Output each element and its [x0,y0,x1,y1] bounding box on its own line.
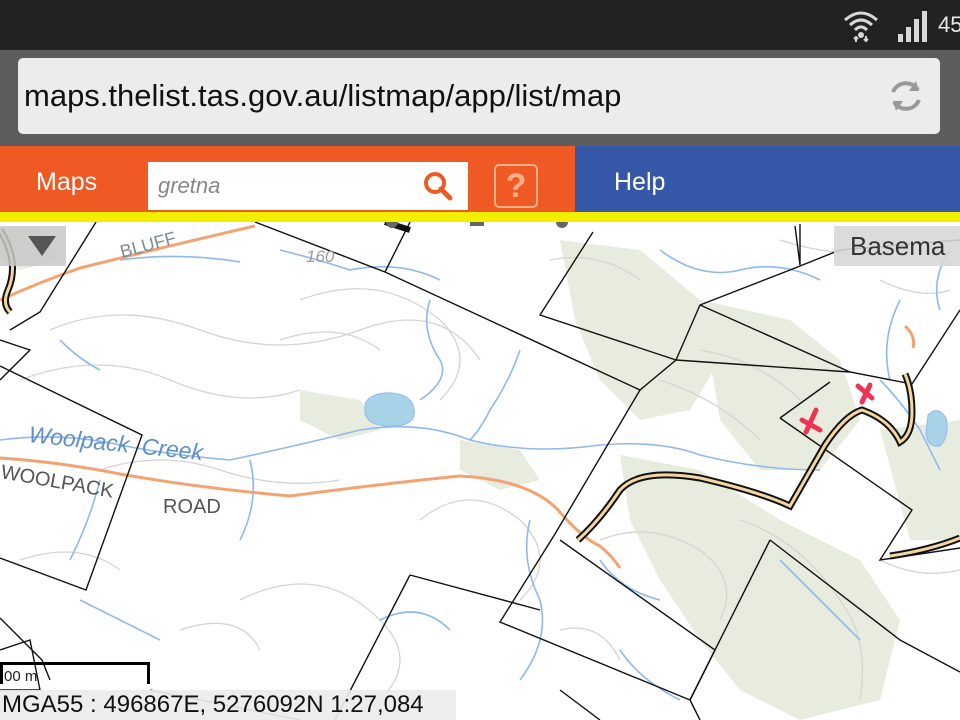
reload-icon[interactable] [886,76,926,116]
browser-toolbar: maps.thelist.tas.gov.au/listmap/app/list… [0,50,960,146]
search-box[interactable] [148,162,468,210]
address-bar[interactable]: maps.thelist.tas.gov.au/listmap/app/list… [18,58,940,134]
vegetation-areas [0,230,960,720]
lake [925,410,948,447]
toolbar-divider [0,212,960,222]
help-menu-button[interactable]: Help [614,168,665,197]
wifi-icon [844,11,878,43]
lake [364,392,415,427]
edge-markers [386,222,568,228]
triangle-down-icon[interactable] [28,236,56,256]
layer-dropdown[interactable] [0,226,66,266]
label-woolpack-road: WOOLPACK [0,461,116,503]
maps-menu-button[interactable]: Maps [36,168,97,197]
coordinate-text: MGA55 : 496867E, 5276092N 1:27,084 [2,691,424,718]
map-svg[interactable]: BLUFF 160 Woolpack Creek WOOLPACK ROAD [0,222,960,720]
search-input[interactable] [148,162,416,210]
cell-signal-icon [898,11,927,42]
battery-percent: 45 [938,12,960,37]
label-woolpack-creek: Woolpack Creek [27,421,205,465]
scale-bar-label: 00 m [4,668,38,685]
url-text[interactable]: maps.thelist.tas.gov.au/listmap/app/list… [24,78,621,114]
status-bar: 45 [0,0,960,50]
help-question-icon[interactable]: ? [494,164,538,208]
app-toolbar: Maps ? Help [0,146,960,212]
x-marker [855,382,875,405]
map-canvas[interactable]: BLUFF 160 Woolpack Creek WOOLPACK ROAD [0,222,960,720]
scale-bar: 00 m [0,662,152,690]
basemap-label[interactable]: Basema [850,231,945,262]
coordinate-readout: MGA55 : 496867E, 5276092N 1:27,084 [0,690,456,720]
label-road: ROAD [163,496,221,518]
search-icon[interactable] [422,170,454,202]
basemap-button[interactable]: Basema [834,226,960,266]
label-contour-160: 160 [306,247,335,266]
